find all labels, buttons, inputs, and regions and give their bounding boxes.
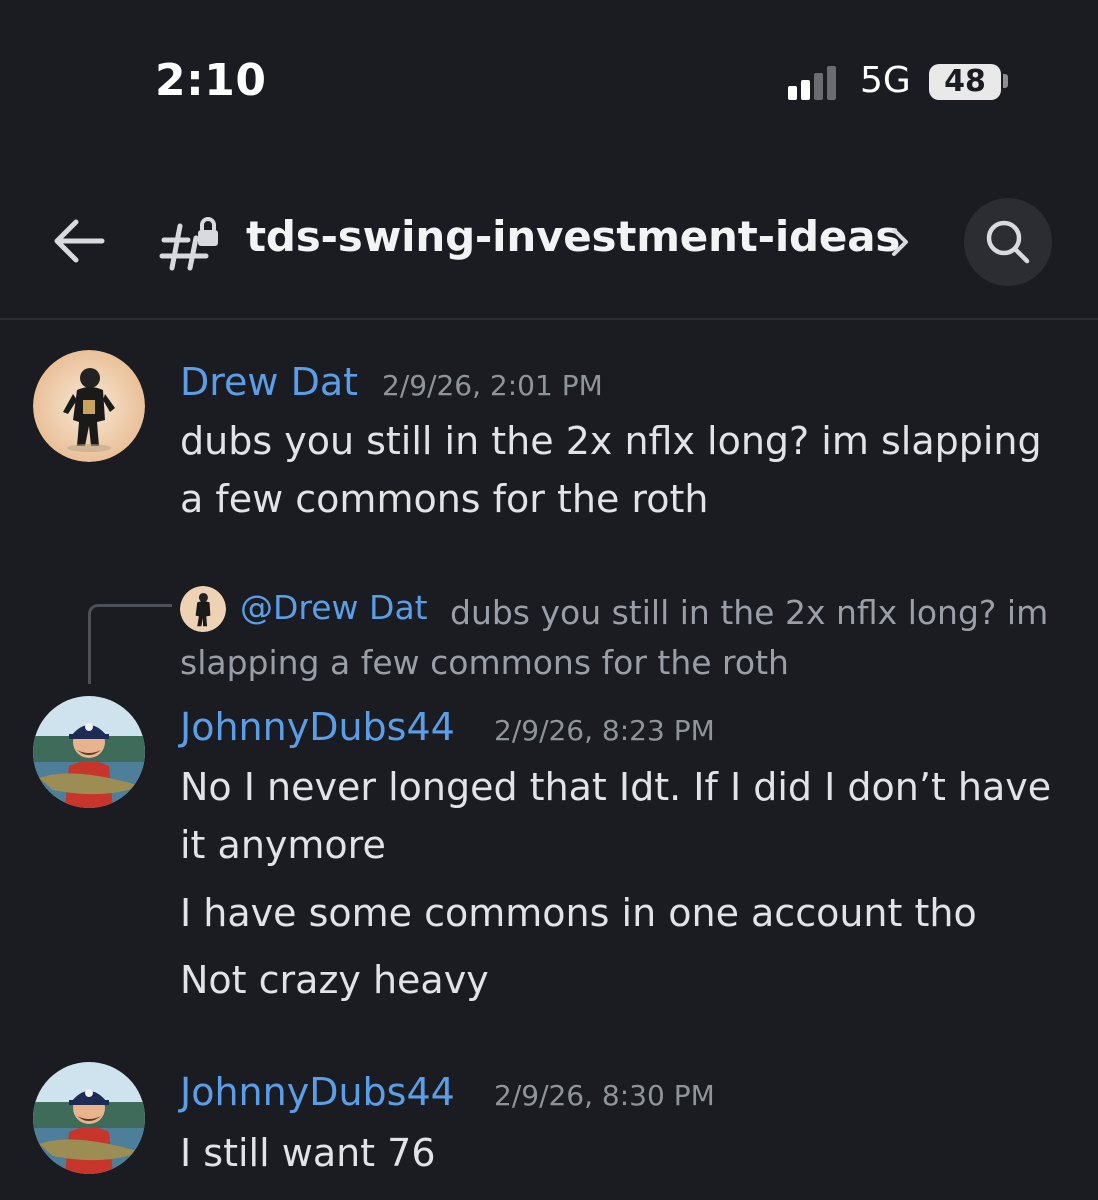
message-text: No I never longed that Idt. If I did I d… (180, 765, 1052, 867)
avatar[interactable] (33, 350, 145, 462)
chevron-right-icon[interactable] (884, 222, 916, 262)
avatar[interactable] (33, 696, 145, 808)
chat-screen: 2:10 5G 48 tds-swing-investment-ideas Dr… (0, 0, 1098, 1200)
message-author[interactable]: JohnnyDubs44 (180, 1070, 455, 1114)
message-timestamp: 2/9/26, 2:01 PM (382, 369, 603, 402)
battery-tip (1003, 74, 1008, 88)
message-text: dubs you still in the 2x nflx long? im s… (180, 419, 1042, 521)
battery-icon: 48 (929, 64, 1001, 100)
reply-preview-text[interactable]: dubs you still in the 2x nflx long? im s… (180, 588, 1060, 688)
message-timestamp: 2/9/26, 8:23 PM (494, 714, 715, 747)
message-author[interactable]: JohnnyDubs44 (180, 705, 455, 749)
message-text: Not crazy heavy (180, 958, 489, 1002)
header-divider (0, 318, 1098, 320)
channel-name[interactable]: tds-swing-investment-ideas (246, 212, 900, 261)
back-arrow-icon[interactable] (50, 212, 108, 270)
message-text: I have some commons in one account tho (180, 891, 977, 935)
message-timestamp: 2/9/26, 8:30 PM (494, 1079, 715, 1112)
status-time: 2:10 (155, 55, 267, 106)
reply-connector (88, 604, 172, 684)
message-author[interactable]: Drew Dat (180, 360, 358, 404)
message-text: I still want 76 (180, 1131, 436, 1175)
network-type: 5G (860, 60, 911, 101)
search-button[interactable] (964, 198, 1052, 286)
search-icon (986, 220, 1030, 264)
signal-strength-icon (788, 64, 844, 100)
hashtag-lock-icon (158, 212, 224, 274)
avatar[interactable] (33, 1062, 145, 1174)
battery-level: 48 (944, 64, 986, 99)
